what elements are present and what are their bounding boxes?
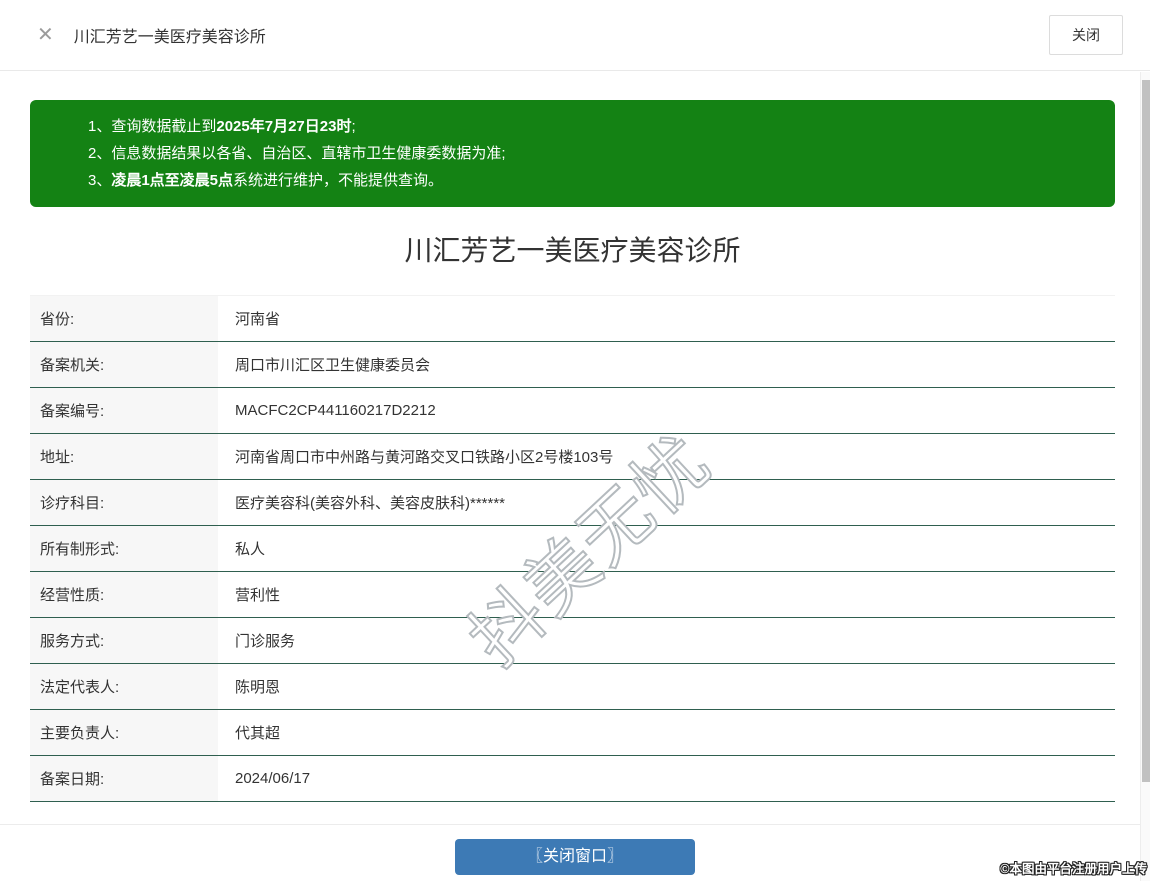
table-row: 主要负责人: 代其超 [30, 710, 1115, 756]
close-button[interactable]: 关闭 [1049, 15, 1123, 55]
close-icon[interactable]: ✕ [37, 25, 54, 45]
row-value: 河南省周口市中州路与黄河路交叉口铁路小区2号楼103号 [218, 434, 1115, 479]
row-value: 代其超 [218, 710, 1115, 755]
row-label: 主要负责人: [30, 710, 218, 755]
row-value: 门诊服务 [218, 618, 1115, 663]
notice-line-text: 信息数据结果以各省、自治区、直辖市卫生健康委数据为准; [111, 145, 505, 162]
notice-line-number: 1、 [88, 118, 111, 135]
table-row: 服务方式: 门诊服务 [30, 618, 1115, 664]
vertical-scrollbar[interactable] [1140, 72, 1150, 881]
notice-line-2: 2、信息数据结果以各省、自治区、直辖市卫生健康委数据为准; [88, 140, 1095, 167]
notice-line-3: 3、凌晨1点至凌晨5点系统进行维护，不能提供查询。 [88, 167, 1095, 194]
page-title: 川汇芳艺一美医疗美容诊所 [30, 231, 1115, 271]
info-table: 省份: 河南省 备案机关: 周口市川汇区卫生健康委员会 备案编号: MACFC2… [30, 295, 1115, 802]
table-row: 省份: 河南省 [30, 296, 1115, 342]
table-row: 备案日期: 2024/06/17 [30, 756, 1115, 802]
row-label: 省份: [30, 296, 218, 341]
row-value: 营利性 [218, 572, 1115, 617]
row-label: 备案机关: [30, 342, 218, 387]
dialog-header: ✕ 川汇芳艺一美医疗美容诊所 关闭 [0, 0, 1150, 71]
table-row: 所有制形式: 私人 [30, 526, 1115, 572]
row-label: 地址: [30, 434, 218, 479]
notice-banner: 1、查询数据截止到2025年7月27日23时; 2、信息数据结果以各省、自治区、… [30, 100, 1115, 207]
notice-line-1: 1、查询数据截止到2025年7月27日23时; [88, 113, 1095, 140]
row-label: 所有制形式: [30, 526, 218, 571]
row-label: 法定代表人: [30, 664, 218, 709]
notice-line-text: 查询数据截止到 [111, 118, 216, 135]
table-row: 备案编号: MACFC2CP441160217D2212 [30, 388, 1115, 434]
scrollbar-thumb[interactable] [1142, 80, 1150, 782]
row-value: 医疗美容科(美容外科、美容皮肤科)****** [218, 480, 1115, 525]
row-label: 诊疗科目: [30, 480, 218, 525]
notice-line-number: 3、 [88, 172, 111, 189]
dialog-footer: 〖关闭窗口〗 [0, 824, 1150, 875]
row-value: 陈明恩 [218, 664, 1115, 709]
row-label: 备案日期: [30, 756, 218, 801]
row-label: 经营性质: [30, 572, 218, 617]
dialog-title: 川汇芳艺一美医疗美容诊所 [74, 23, 266, 47]
close-window-button[interactable]: 〖关闭窗口〗 [455, 839, 695, 875]
notice-line-bold: 2025年7月27日23时 [216, 118, 351, 135]
table-row: 经营性质: 营利性 [30, 572, 1115, 618]
table-row: 地址: 河南省周口市中州路与黄河路交叉口铁路小区2号楼103号 [30, 434, 1115, 480]
table-row: 备案机关: 周口市川汇区卫生健康委员会 [30, 342, 1115, 388]
notice-line-suffix: ; [351, 118, 355, 135]
notice-line-suffix: 系统进行维护，不能提供查询。 [233, 172, 443, 189]
table-row: 诊疗科目: 医疗美容科(美容外科、美容皮肤科)****** [30, 480, 1115, 526]
row-label: 备案编号: [30, 388, 218, 433]
row-value: 2024/06/17 [218, 756, 1115, 801]
copyright-watermark: ©本图由平台注册用户上传 [1000, 858, 1147, 877]
row-value: MACFC2CP441160217D2212 [218, 388, 1115, 433]
row-value: 私人 [218, 526, 1115, 571]
row-value: 周口市川汇区卫生健康委员会 [218, 342, 1115, 387]
table-row: 法定代表人: 陈明恩 [30, 664, 1115, 710]
notice-line-number: 2、 [88, 145, 111, 162]
row-label: 服务方式: [30, 618, 218, 663]
notice-line-bold: 凌晨1点至凌晨5点 [111, 172, 233, 189]
row-value: 河南省 [218, 296, 1115, 341]
dialog-body: 1、查询数据截止到2025年7月27日23时; 2、信息数据结果以各省、自治区、… [0, 100, 1150, 802]
